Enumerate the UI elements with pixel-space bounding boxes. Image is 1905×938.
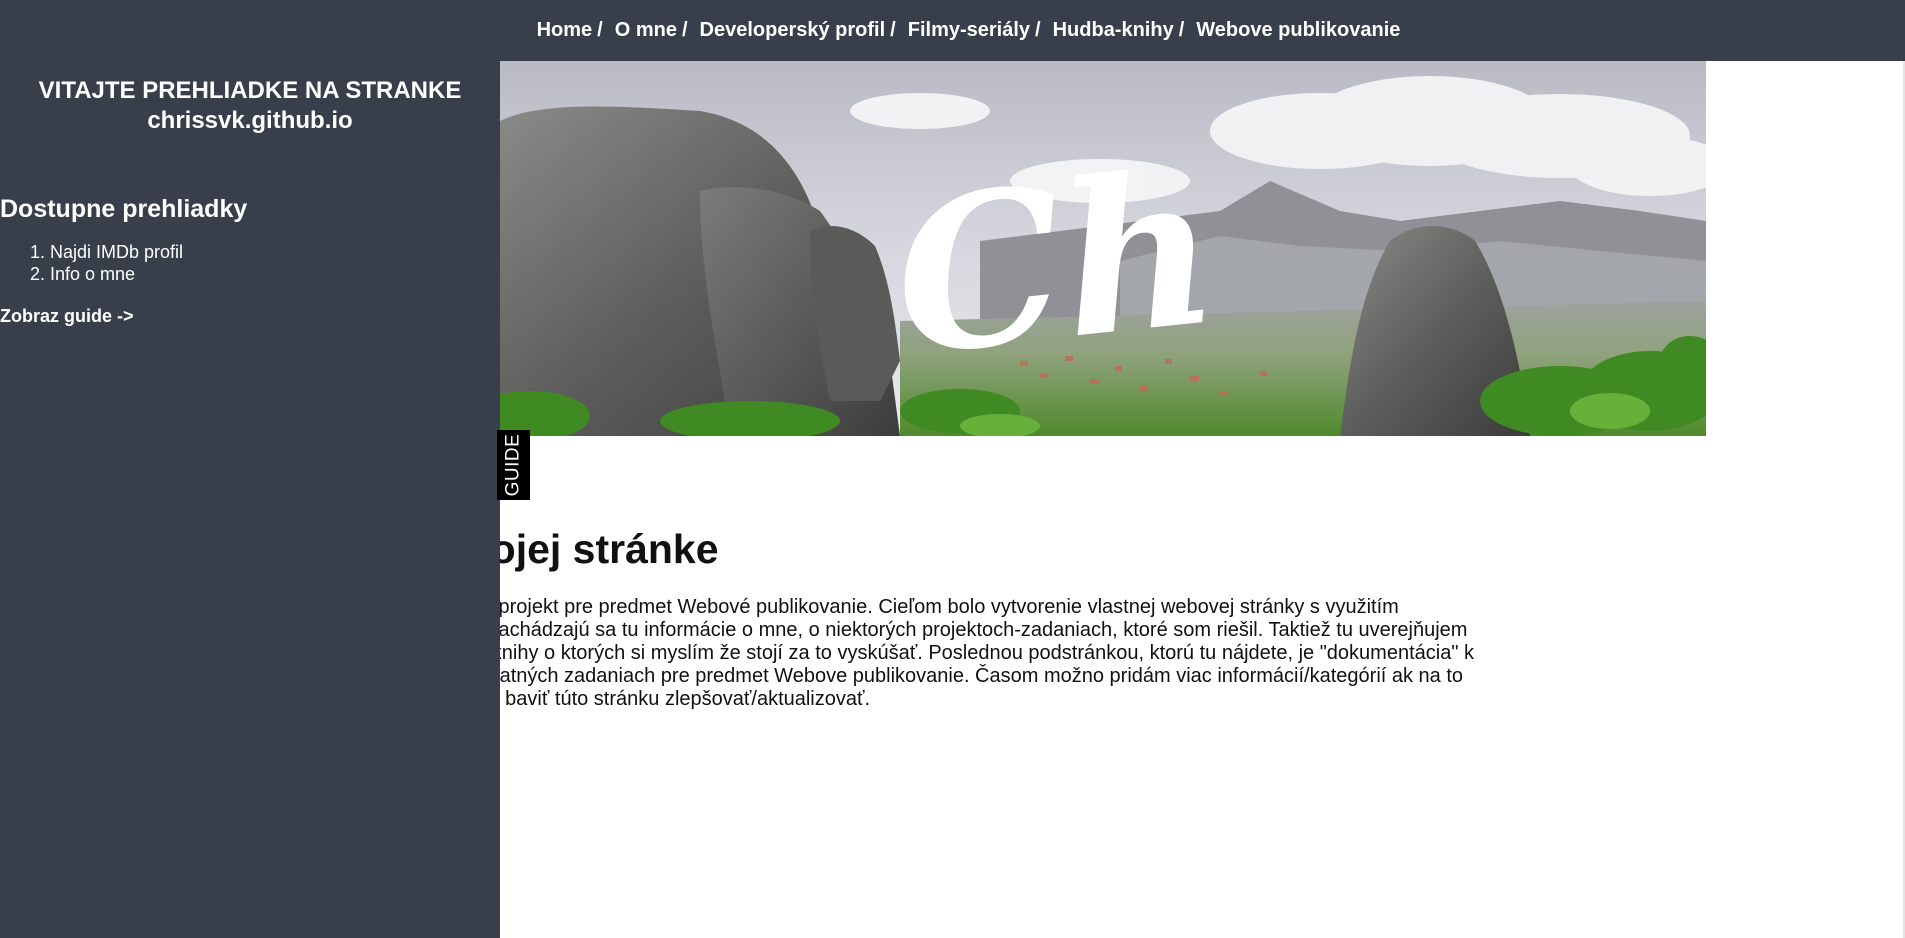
intro-paragraph: a ako projekt pre predmet Webové publiko… <box>444 596 1534 711</box>
tour-item-imdb-profile[interactable]: Najdi IMDb profil <box>50 241 183 263</box>
guide-toggle-tab[interactable]: GUIDE <box>497 430 530 500</box>
nav-list: Home / O mne / Developerský profil / Fil… <box>537 19 1401 42</box>
tour-item-about-me[interactable]: Info o mne <box>50 263 183 285</box>
welcome-heading: VITAJTE PREHLIADKE NA STRANKE chrissvk.g… <box>0 61 500 136</box>
nav-movies-series-link[interactable]: Filmy-seriály <box>908 19 1030 42</box>
nav-separator: / <box>681 19 688 41</box>
nav-separator: / <box>1035 19 1041 41</box>
nav-separator: / <box>1178 19 1185 41</box>
intro-line: ály a knihy o ktorých si myslím že stojí… <box>444 642 1474 664</box>
nav-separator: / <box>890 19 896 41</box>
intro-line: kyll. Nachádzajú sa tu informácie o mne,… <box>444 619 1468 641</box>
intro-line: r a ostatných zadaniach pre predmet Webo… <box>444 665 1464 687</box>
guide-tab-label: GUIDE <box>502 433 524 497</box>
landscape-illustration: Ch <box>500 61 1706 436</box>
nav-developer-profile-link[interactable]: Developerský profil <box>700 19 886 42</box>
top-navigation: Home / O mne / Developerský profil / Fil… <box>0 0 1905 61</box>
intro-line: de ma baviť túto stránku zlepšovať/aktua… <box>444 688 871 710</box>
available-tours-heading: Dostupne prehliadky <box>0 195 248 223</box>
nav-separator: / <box>597 19 603 41</box>
header-banner-image: Ch <box>500 61 1706 436</box>
guide-sidebar: VITAJTE PREHLIADKE NA STRANKE chrissvk.g… <box>0 61 500 938</box>
nav-music-books-link[interactable]: Hudba-knihy <box>1053 19 1174 42</box>
intro-line: a ako projekt pre predmet Webové publiko… <box>444 596 1399 618</box>
nav-home-link[interactable]: Home <box>537 19 593 42</box>
nav-web-publishing-link[interactable]: Webove publikovanie <box>1196 19 1400 42</box>
nav-about-link[interactable]: O mne <box>615 19 677 42</box>
show-guide-link[interactable]: Zobraz guide -> <box>0 306 134 327</box>
welcome-line: VITAJTE PREHLIADKE NA STRANKE <box>38 77 462 104</box>
page: Home / O mne / Developerský profil / Fil… <box>0 0 1905 938</box>
site-name: chrissvk.github.io <box>147 107 353 134</box>
site-logo: Ch <box>884 124 1228 403</box>
tours-list: Najdi IMDb profil Info o mne <box>0 241 183 285</box>
